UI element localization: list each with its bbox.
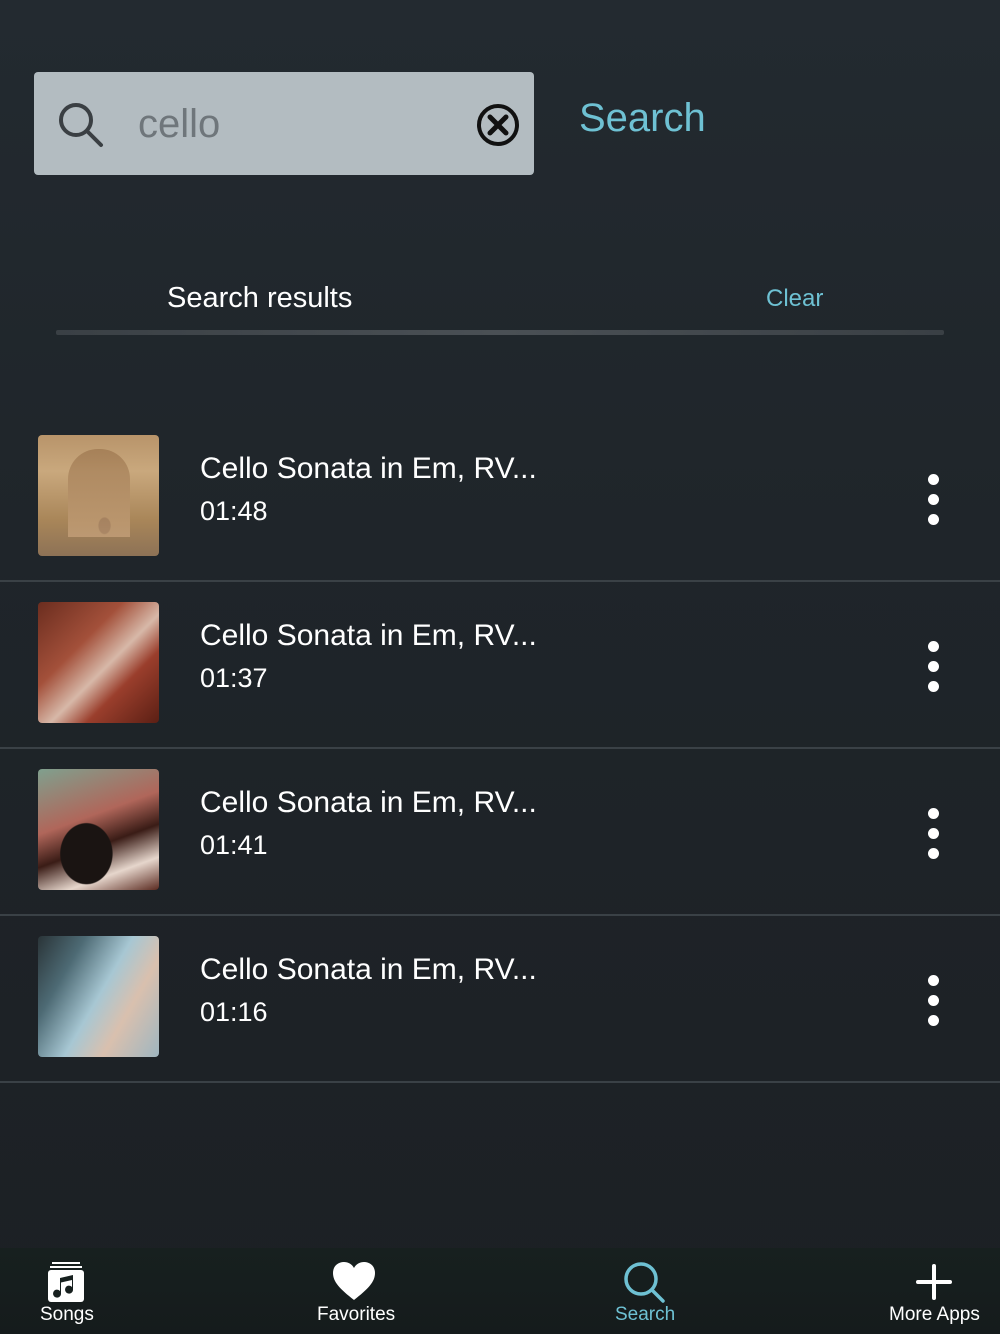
divider	[56, 330, 944, 335]
list-item[interactable]: Cello Sonata in Em, RV... 01:37	[0, 582, 1000, 749]
tab-label: Search	[615, 1304, 676, 1325]
song-thumbnail	[38, 936, 159, 1057]
song-title: Cello Sonata in Em, RV...	[200, 452, 537, 485]
song-duration: 01:37	[200, 663, 268, 693]
tab-favorites[interactable]: Favorites	[250, 1248, 500, 1334]
song-thumbnail	[38, 769, 159, 890]
tab-label: Songs	[40, 1304, 94, 1325]
search-icon	[624, 1262, 665, 1303]
heart-icon	[333, 1262, 375, 1300]
search-button[interactable]: Search	[579, 95, 706, 141]
song-title: Cello Sonata in Em, RV...	[200, 619, 537, 652]
more-options-icon[interactable]	[914, 470, 954, 530]
song-duration: 01:41	[200, 830, 268, 860]
song-duration: 01:48	[200, 496, 268, 526]
more-options-icon[interactable]	[914, 637, 954, 697]
search-box[interactable]	[34, 72, 534, 175]
tab-bar: Songs Favorites Search More Apps	[0, 1248, 1000, 1334]
clear-search-icon[interactable]	[474, 101, 522, 149]
tab-label: Favorites	[317, 1304, 396, 1325]
list-item[interactable]: Cello Sonata in Em, RV... 01:16	[0, 916, 1000, 1083]
song-title: Cello Sonata in Em, RV...	[200, 953, 537, 986]
plus-icon	[916, 1264, 952, 1300]
more-options-icon[interactable]	[914, 971, 954, 1031]
song-thumbnail	[38, 602, 159, 723]
list-item[interactable]: Cello Sonata in Em, RV... 01:48	[0, 415, 1000, 582]
results-heading: Search results	[167, 282, 353, 314]
tab-more-apps[interactable]: More Apps	[750, 1248, 1000, 1334]
song-title: Cello Sonata in Em, RV...	[200, 786, 537, 819]
music-note-icon	[48, 1262, 84, 1302]
more-options-icon[interactable]	[914, 804, 954, 864]
app-screen: Search Search results Clear Cello Sonata…	[0, 0, 1000, 1334]
search-input[interactable]	[138, 94, 458, 154]
tab-label: More Apps	[889, 1304, 980, 1325]
search-icon	[59, 103, 103, 147]
list-item[interactable]: Cello Sonata in Em, RV... 01:41	[0, 749, 1000, 916]
clear-results-button[interactable]: Clear	[766, 284, 823, 314]
tab-search[interactable]: Search	[500, 1248, 750, 1334]
song-thumbnail	[38, 435, 159, 556]
tab-songs[interactable]: Songs	[0, 1248, 250, 1334]
results-list: Cello Sonata in Em, RV... 01:48 Cello So…	[0, 415, 1000, 1083]
song-duration: 01:16	[200, 997, 268, 1027]
